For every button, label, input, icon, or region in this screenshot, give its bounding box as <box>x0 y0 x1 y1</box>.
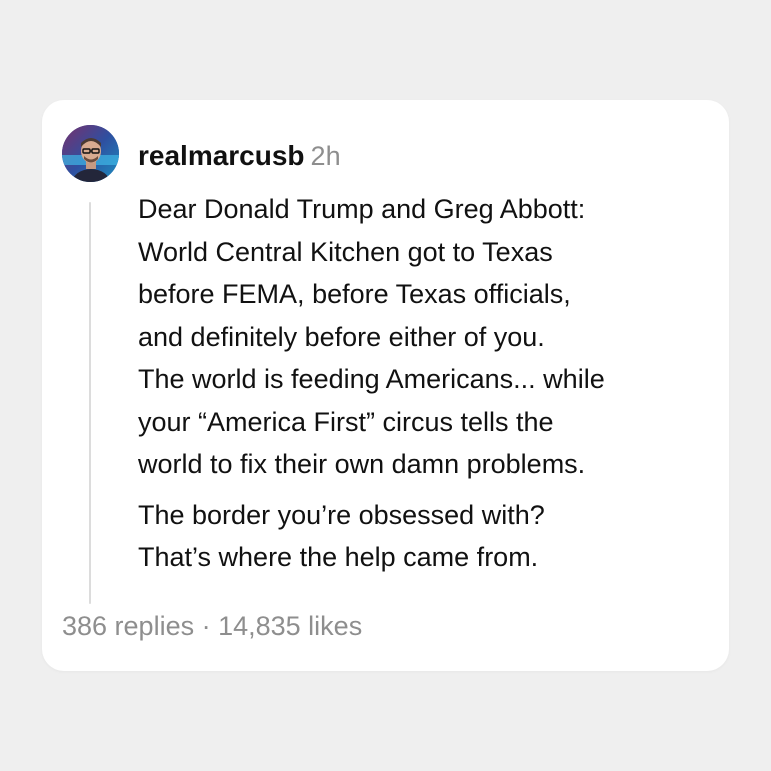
username[interactable]: realmarcusb <box>138 140 305 171</box>
post-header: realmarcusb 2h <box>138 138 341 179</box>
stats-separator: · <box>194 611 219 641</box>
replies-count[interactable]: 386 replies <box>62 611 194 641</box>
avatar[interactable] <box>62 125 119 182</box>
avatar-image <box>62 125 119 182</box>
post-paragraph-1: Dear Donald Trump and Greg Abbott: World… <box>138 194 605 479</box>
timestamp[interactable]: 2h <box>311 141 341 171</box>
thread-line <box>89 202 91 604</box>
post-stats: 386 replies · 14,835 likes <box>62 608 362 644</box>
post-body: Dear Donald Trump and Greg Abbott: World… <box>138 188 723 579</box>
post-paragraph-2: The border you’re obsessed with? That’s … <box>138 499 545 573</box>
likes-count[interactable]: 14,835 likes <box>218 611 362 641</box>
post-card: realmarcusb 2h Dear Donald Trump and Greg… <box>42 100 729 671</box>
